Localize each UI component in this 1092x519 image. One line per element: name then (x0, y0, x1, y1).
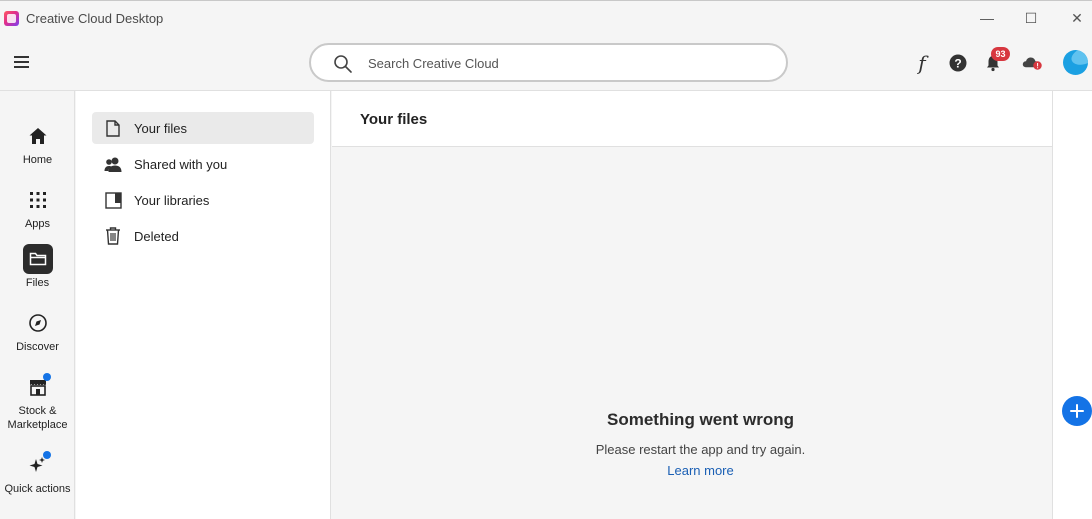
error-title: Something went wrong (607, 410, 794, 429)
page-title: Your files (360, 111, 428, 128)
nav-item-label: Discover (16, 341, 59, 353)
apps-grid-icon (23, 185, 53, 215)
folder-icon (22, 244, 53, 274)
notification-badge: 93 (991, 47, 1010, 61)
svg-text:?: ? (954, 57, 961, 71)
nav-item-apps[interactable]: Apps (0, 185, 75, 231)
cloud-sync-icon[interactable] (1021, 52, 1043, 74)
learn-more-link[interactable]: Learn more (332, 463, 1069, 478)
right-strip (1052, 91, 1092, 519)
home-icon (23, 121, 53, 151)
help-icon[interactable]: ? (947, 52, 969, 74)
sparkle-icon (23, 450, 53, 480)
trash-icon (104, 227, 122, 245)
nav-item-label: Home (22, 154, 53, 166)
store-icon (23, 372, 53, 402)
search-bar[interactable] (309, 43, 788, 82)
main-content: Something went wrong Please restart the … (332, 148, 1052, 519)
nav-item-home[interactable]: Home (0, 121, 75, 167)
fonts-icon[interactable]: f (911, 51, 933, 75)
files-item-deleted[interactable]: Deleted (92, 220, 314, 252)
notification-dot (42, 373, 51, 381)
nav-item-quick-actions[interactable]: Quick actions (0, 450, 75, 496)
nav-item-label-line2: Marketplace (7, 419, 68, 431)
files-item-your-files[interactable]: Your files (92, 112, 314, 144)
top-header: f ? 93 (0, 34, 1092, 91)
nav-item-label: Files (25, 277, 50, 289)
files-item-shared-with-you[interactable]: Shared with you (92, 148, 314, 180)
avatar[interactable] (1063, 50, 1088, 75)
maximize-button[interactable]: ☐ (1017, 5, 1045, 31)
files-item-label: Deleted (134, 228, 179, 244)
error-message: Please restart the app and try again. (595, 442, 806, 457)
file-icon (104, 119, 122, 137)
search-icon (334, 55, 352, 73)
nav-item-label: Quick actions (4, 483, 71, 495)
notification-dot (42, 451, 51, 459)
title-bar: Creative Cloud Desktop — ☐ ✕ (0, 0, 1092, 34)
minimize-button[interactable]: — (973, 5, 1001, 31)
nav-item-label: Stock & (18, 405, 57, 417)
files-item-your-libraries[interactable]: Your libraries (92, 184, 314, 216)
compass-icon (23, 308, 53, 338)
nav-item-files[interactable]: Files (0, 244, 75, 290)
nav-item-discover[interactable]: Discover (0, 308, 75, 354)
nav-item-label: Apps (24, 218, 51, 230)
files-panel: Your files Shared with you Your librarie… (76, 91, 331, 519)
menu-icon[interactable] (14, 53, 34, 71)
files-item-label: Your files (134, 120, 187, 136)
close-button[interactable]: ✕ (1063, 5, 1091, 31)
creative-cloud-logo-icon (4, 11, 19, 26)
main-header: Your files (332, 91, 1052, 147)
library-icon (104, 191, 122, 209)
files-item-label: Shared with you (134, 156, 228, 172)
add-button[interactable] (1062, 396, 1092, 426)
search-input[interactable] (368, 53, 768, 73)
files-item-label: Your libraries (134, 192, 210, 208)
nav-item-stock-marketplace[interactable]: Stock & Marketplace (0, 372, 75, 432)
plus-icon (1070, 404, 1084, 418)
left-navigation: Home Apps Files Discover Stock & Marketp… (0, 91, 75, 519)
window-title: Creative Cloud Desktop (26, 11, 164, 26)
people-icon (104, 155, 122, 173)
